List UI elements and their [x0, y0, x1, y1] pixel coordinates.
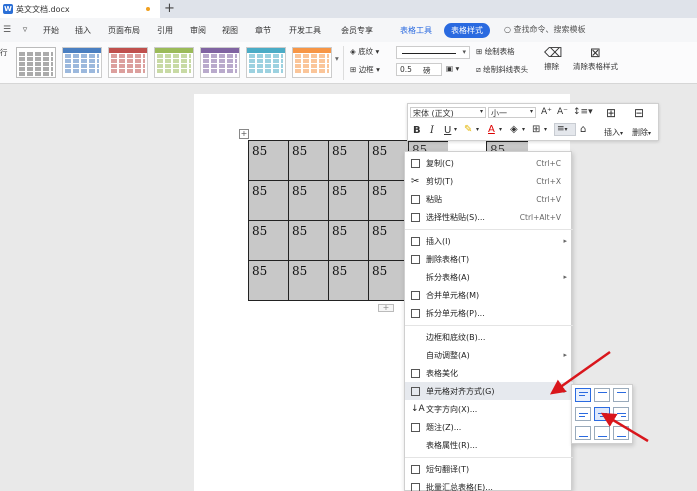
- red-arrow-icon: [549, 350, 611, 395]
- red-arrow-icon: [600, 412, 649, 443]
- annotation-arrows: [549, 350, 649, 443]
